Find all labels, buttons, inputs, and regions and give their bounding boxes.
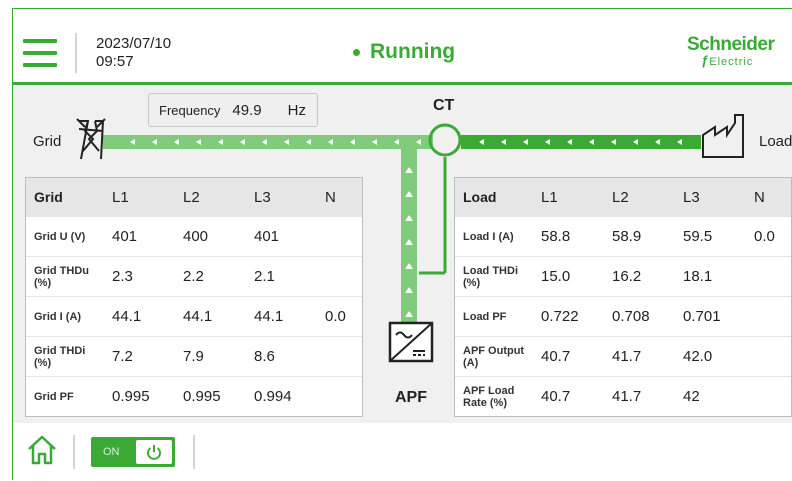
table-row: Grid I (A) 44.1 44.1 44.1 0.0 xyxy=(26,296,362,337)
row-label: Grid THDu (%) xyxy=(26,256,104,297)
frequency-value: 49.9 xyxy=(232,101,262,119)
load-flow-bar xyxy=(461,135,701,149)
column-header: L1 xyxy=(104,178,175,217)
power-icon xyxy=(136,440,172,464)
row-label: Grid I (A) xyxy=(26,296,104,337)
cell-value: 400 xyxy=(175,216,246,257)
power-toggle[interactable]: ON xyxy=(91,437,175,467)
cell-value: 2.3 xyxy=(104,256,175,297)
cell-value: 15.0 xyxy=(533,256,604,297)
grid-measurements-table: Grid L1 L2 L3 N Grid U (V) 401 400 401 G… xyxy=(25,177,363,417)
cell-value xyxy=(746,336,791,377)
cell-value: 16.2 xyxy=(604,256,675,297)
apf-label: APF xyxy=(395,389,427,406)
row-label: APF Output (A) xyxy=(455,336,533,377)
table-row: Load PF 0.722 0.708 0.701 xyxy=(455,296,791,337)
cell-value: 42 xyxy=(675,376,746,416)
cell-value: 44.1 xyxy=(246,296,317,337)
row-label: Load I (A) xyxy=(455,216,533,257)
frequency-display: Frequency 49.9 Hz xyxy=(148,93,318,127)
cell-value xyxy=(317,336,362,377)
home-icon[interactable] xyxy=(25,433,59,467)
cell-value: 42.0 xyxy=(675,336,746,377)
column-header: L3 xyxy=(675,178,746,217)
cell-value xyxy=(317,216,362,257)
cell-value: 401 xyxy=(104,216,175,257)
cell-value: 8.6 xyxy=(246,336,317,377)
cell-value: 0.708 xyxy=(604,296,675,337)
column-header: N xyxy=(317,178,362,217)
cell-value: 59.5 xyxy=(675,216,746,257)
cell-value: 0.0 xyxy=(317,296,362,337)
row-label: Load PF xyxy=(455,296,533,337)
cell-value: 44.1 xyxy=(175,296,246,337)
column-header: L2 xyxy=(175,178,246,217)
cell-value: 401 xyxy=(246,216,317,257)
cell-value: 2.2 xyxy=(175,256,246,297)
cell-value: 0.994 xyxy=(246,376,317,416)
row-label: APF Load Rate (%) xyxy=(455,376,533,416)
row-label: Grid PF xyxy=(26,376,104,416)
row-label: Load THDi (%) xyxy=(455,256,533,297)
table-row: Grid THDu (%) 2.3 2.2 2.1 xyxy=(26,256,362,297)
table-row: Load I (A) 58.8 58.9 59.5 0.0 xyxy=(455,216,791,257)
frequency-unit: Hz xyxy=(287,101,306,119)
factory-icon xyxy=(702,114,744,158)
column-header: L2 xyxy=(604,178,675,217)
cell-value: 41.7 xyxy=(604,336,675,377)
apf-device-icon xyxy=(388,321,434,363)
cell-value: 0.701 xyxy=(675,296,746,337)
table-row: Grid U (V) 401 400 401 xyxy=(26,216,362,257)
ct-sensor-icon xyxy=(428,123,462,157)
cell-value xyxy=(317,256,362,297)
load-measurements-table: Load L1 L2 L3 N Load I (A) 58.8 58.9 59.… xyxy=(454,177,792,417)
cell-value: 18.1 xyxy=(675,256,746,297)
footer-divider xyxy=(193,435,195,469)
table-row: Grid THDi (%) 7.2 7.9 8.6 xyxy=(26,336,362,377)
cell-value xyxy=(746,256,791,297)
cell-value: 41.7 xyxy=(604,376,675,416)
footer-bar: ON xyxy=(13,423,792,480)
cell-value: 0.0 xyxy=(746,216,791,257)
table-header-row-label: Grid xyxy=(26,178,104,217)
table-header-row-label: Load xyxy=(455,178,533,217)
table-row: APF Output (A) 40.7 41.7 42.0 xyxy=(455,336,791,377)
table-row: Grid PF 0.995 0.995 0.994 xyxy=(26,376,362,416)
power-toggle-state: ON xyxy=(103,446,120,458)
cell-value: 0.995 xyxy=(104,376,175,416)
column-header: L3 xyxy=(246,178,317,217)
load-label: Load xyxy=(759,133,792,150)
row-label: Grid THDi (%) xyxy=(26,336,104,377)
cell-value: 44.1 xyxy=(104,296,175,337)
table-row: Load THDi (%) 15.0 16.2 18.1 xyxy=(455,256,791,297)
cell-value: 7.9 xyxy=(175,336,246,377)
cell-value: 58.8 xyxy=(533,216,604,257)
ct-label: CT xyxy=(433,97,455,114)
grid-label: Grid xyxy=(33,133,62,150)
cell-value: 2.1 xyxy=(246,256,317,297)
cell-value xyxy=(746,296,791,337)
cell-value xyxy=(746,376,791,416)
cell-value xyxy=(317,376,362,416)
cell-value: 58.9 xyxy=(604,216,675,257)
cell-value: 40.7 xyxy=(533,336,604,377)
column-header: L1 xyxy=(533,178,604,217)
grid-tower-icon xyxy=(76,118,106,160)
column-header: N xyxy=(746,178,791,217)
cell-value: 7.2 xyxy=(104,336,175,377)
cell-value: 0.722 xyxy=(533,296,604,337)
footer-divider xyxy=(73,435,75,469)
app-frame: 2023/07/10 09:57 Running Schneider ƒElec… xyxy=(12,8,792,480)
cell-value: 0.995 xyxy=(175,376,246,416)
table-row: APF Load Rate (%) 40.7 41.7 42 xyxy=(455,376,791,416)
cell-value: 40.7 xyxy=(533,376,604,416)
row-label: Grid U (V) xyxy=(26,216,104,257)
frequency-label: Frequency xyxy=(159,102,221,118)
